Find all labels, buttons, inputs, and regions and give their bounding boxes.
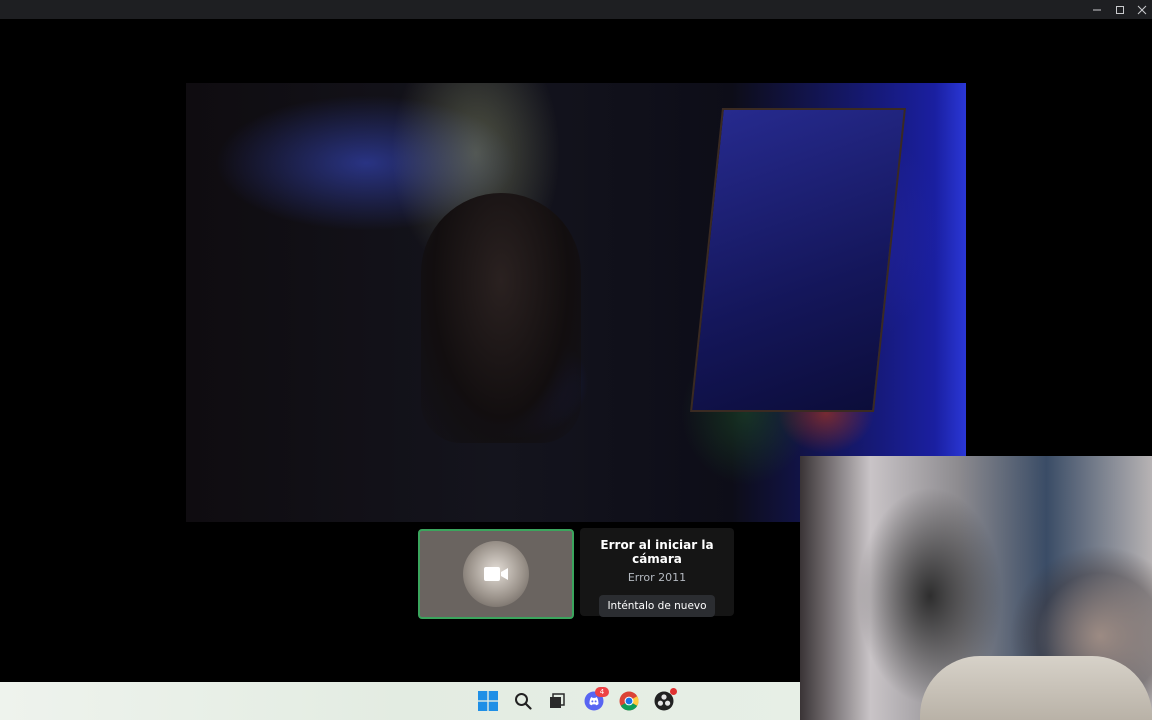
retry-button[interactable]: Inténtalo de nuevo xyxy=(599,595,715,617)
windows-taskbar: 4 xyxy=(0,682,800,720)
close-icon xyxy=(1137,5,1147,14)
close-button[interactable] xyxy=(1131,0,1152,19)
recording-dot xyxy=(670,688,677,695)
chrome-icon[interactable] xyxy=(618,690,640,712)
discord-notification-badge: 4 xyxy=(595,687,609,697)
webcam-overlay-video xyxy=(800,456,1152,720)
camera-error-title: Error al iniciar la cámara xyxy=(600,538,714,566)
search-icon[interactable] xyxy=(512,690,534,712)
maximize-icon xyxy=(1116,5,1124,14)
windows-start-icon[interactable] xyxy=(477,690,499,712)
self-video-tile[interactable] xyxy=(418,529,574,619)
user-avatar xyxy=(463,541,529,607)
minimize-button[interactable] xyxy=(1086,0,1108,19)
minimize-icon xyxy=(1093,9,1101,10)
background-poster xyxy=(690,108,906,412)
obs-icon[interactable] xyxy=(653,688,677,712)
webcam-person-shirt xyxy=(920,656,1152,720)
camera-error-code: Error 2011 xyxy=(627,571,687,584)
participant-silhouette xyxy=(421,193,581,443)
title-bar xyxy=(0,0,1152,19)
task-view-icon[interactable] xyxy=(546,690,568,712)
camera-error-panel: Error al iniciar la cámara Error 2011 In… xyxy=(580,528,734,617)
discord-icon[interactable]: 4 xyxy=(583,687,609,712)
video-camera-icon xyxy=(484,567,508,581)
maximize-button[interactable] xyxy=(1109,0,1131,19)
